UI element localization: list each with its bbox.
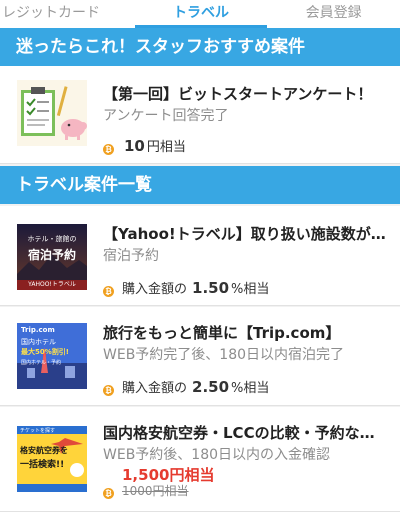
thumb-caption-2: 宿泊予約	[27, 248, 76, 262]
offer-title: 【Yahoo!トラベル】取り扱い施設数が…	[103, 225, 386, 243]
thumb-caption-2: 最大50%割引!	[21, 348, 69, 356]
offer-condition: アンケート回答完了	[103, 108, 229, 124]
category-tabs: レジットカード トラベル 会員登録	[0, 0, 400, 28]
offer-reward: ₿ 購入金額の 2.50 %相当	[103, 377, 269, 396]
staff-recommend-header: 迷ったらこれ！スタッフおすすめ案件	[0, 28, 400, 66]
tab-membership[interactable]: 会員登録	[267, 0, 400, 28]
bitcoin-coin-icon: ₿	[103, 286, 114, 297]
lcc-flights-thumbnail: 格安航空券を 一括検索!! チケットを探す	[17, 426, 87, 492]
reward-value: 10	[124, 137, 145, 155]
reward-prefix: 購入金額の	[122, 282, 188, 297]
thumb-caption-3: 国内ホテル・予約	[21, 360, 62, 366]
offer-title: 【第一回】ビットスタートアンケート！	[103, 85, 373, 103]
bitcoin-coin-icon: ₿	[103, 144, 114, 155]
offer-card-lcc-flights[interactable]: 格安航空券を 一括検索!! チケットを探す 国内格安航空券・LCCの比較・予約な…	[0, 407, 400, 512]
offer-title: 国内格安航空券・LCCの比較・予約な…	[103, 424, 375, 442]
reward-value: 2.50	[192, 378, 230, 396]
reward-suffix: 円相当	[146, 140, 186, 155]
thumb-caption-3: チケットを探す	[20, 428, 56, 434]
thumb-caption-1: 格安航空券を	[20, 446, 68, 455]
offer-card-trip-com[interactable]: Trip.com 国内ホテル 最大50%割引! 国内ホテル・予約 旅行をもっと簡…	[0, 307, 400, 406]
reward-old-price: 1000円相当	[122, 484, 189, 498]
thumb-brand: YAHOO!トラベル	[28, 281, 76, 288]
reward-suffix: %相当	[231, 282, 270, 297]
reward-suffix: %相当	[231, 381, 270, 396]
offer-reward: ₿ 10 円相当	[103, 136, 186, 155]
survey-illustration-icon	[17, 80, 87, 146]
offer-card-yahoo-travel[interactable]: ホテル・旅館の 宿泊予約 YAHOO!トラベル 【Yahoo!トラベル】取り扱い…	[0, 206, 400, 306]
thumb-caption-1: 国内ホテル	[21, 338, 56, 346]
trip-com-thumbnail: Trip.com 国内ホテル 最大50%割引! 国内ホテル・予約	[17, 323, 87, 389]
thumb-brand: Trip.com	[21, 326, 55, 334]
bitcoin-coin-icon: ₿	[103, 488, 114, 499]
bitcoin-coin-icon: ₿	[103, 385, 114, 396]
yahoo-travel-thumbnail: ホテル・旅館の 宿泊予約 YAHOO!トラベル	[17, 224, 87, 290]
offer-condition: WEB予約完了後、180日以内宿泊完了	[103, 347, 345, 363]
travel-list-header: トラベル案件一覧	[0, 166, 400, 204]
offer-reward: ₿ 1000円相当	[103, 482, 189, 499]
tab-credit-card[interactable]: レジットカード	[0, 0, 135, 28]
offer-card-bitstart-survey[interactable]: 【第一回】ビットスタートアンケート！ アンケート回答完了 ₿ 10 円相当	[0, 66, 400, 164]
survey-thumbnail	[17, 80, 87, 146]
reward-prefix: 購入金額の	[122, 381, 188, 396]
thumb-caption-1: ホテル・旅館の	[27, 235, 77, 243]
thumb-caption-2: 一括検索!!	[20, 460, 65, 470]
reward-value: 1.50	[192, 279, 230, 297]
tab-travel[interactable]: トラベル	[134, 0, 268, 28]
offer-reward: ₿ 購入金額の 1.50 %相当	[103, 278, 269, 297]
offer-condition: WEB予約後、180日以内の入金確認	[103, 447, 331, 463]
offer-title: 旅行をもっと簡単に【Trip.com】	[103, 324, 341, 342]
offer-condition: 宿泊予約	[103, 248, 159, 264]
